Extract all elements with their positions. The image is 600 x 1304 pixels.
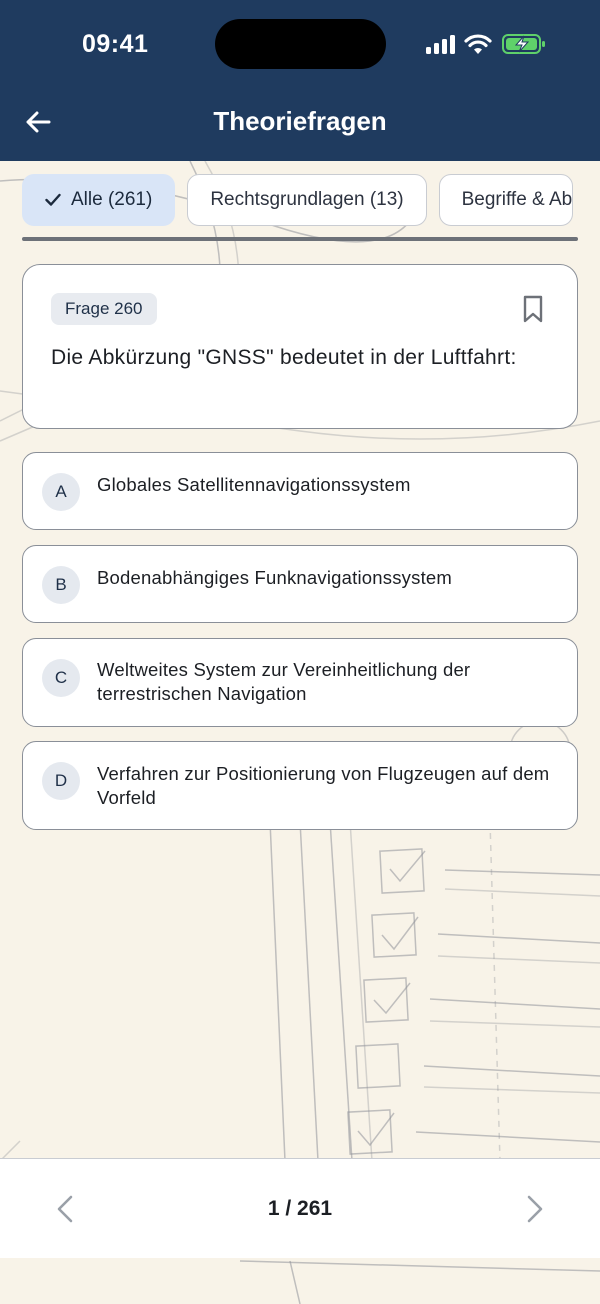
question-card: Frage 260 Die Abkürzung "GNSS" bedeutet … — [22, 264, 578, 429]
page-title: Theoriefragen — [213, 106, 387, 136]
category-filter-bar: Alle (261) Rechtsgrundlagen (13) Begriff… — [22, 174, 574, 226]
dynamic-island — [215, 19, 386, 69]
answer-option-d[interactable]: D Verfahren zur Positionierung von Flugz… — [22, 741, 578, 830]
answer-text: Weltweites System zur Vereinheitlichung … — [97, 659, 471, 704]
filter-chip-all[interactable]: Alle (261) — [22, 174, 176, 226]
filter-divider — [22, 237, 578, 241]
filter-chip-begriffe[interactable]: Begriffe & Ab — [438, 174, 574, 226]
answer-option-b[interactable]: B Bodenabhängiges Funknavigationssystem — [22, 545, 578, 623]
answer-text: Verfahren zur Positionierung von Flugzeu… — [97, 763, 550, 808]
filter-chip-label: Rechtsgrundlagen (13) — [210, 189, 404, 210]
answer-option-c[interactable]: C Weltweites System zur Vereinheitlichun… — [22, 638, 578, 727]
question-text: Die Abkürzung "GNSS" bedeutet in der Luf… — [51, 346, 517, 369]
battery-charging-icon — [502, 34, 545, 54]
wifi-icon — [464, 34, 492, 54]
pagination-bar: 1 / 261 — [0, 1158, 600, 1258]
filter-chip-label: Alle (261) — [71, 189, 153, 210]
status-bar: 09:41 — [0, 0, 600, 90]
question-number-badge: Frage 260 — [51, 293, 157, 325]
chevron-right-icon — [527, 1195, 543, 1223]
next-question-button[interactable] — [515, 1189, 555, 1229]
answer-option-a[interactable]: A Globales Satellitennavigationssystem — [22, 452, 578, 530]
cellular-signal-icon — [426, 34, 456, 54]
answer-letter: C — [42, 659, 80, 697]
filter-chip-label: Begriffe & Ab — [461, 189, 573, 210]
answer-letter: A — [42, 473, 80, 511]
question-counter: 1 / 261 — [267, 1197, 333, 1220]
answer-text: Bodenabhängiges Funknavigationssystem — [97, 567, 453, 588]
answer-letter: D — [42, 762, 80, 800]
checkmark-icon — [45, 193, 61, 206]
bookmark-icon[interactable] — [521, 295, 545, 323]
answer-text: Globales Satellitennavigationssystem — [97, 474, 411, 495]
status-time: 09:41 — [82, 30, 149, 58]
filter-chip-rechtsgrundlagen[interactable]: Rechtsgrundlagen (13) — [187, 174, 427, 226]
answer-letter: B — [42, 566, 80, 604]
app-header: 09:41 Theoriefragen — [0, 0, 600, 161]
